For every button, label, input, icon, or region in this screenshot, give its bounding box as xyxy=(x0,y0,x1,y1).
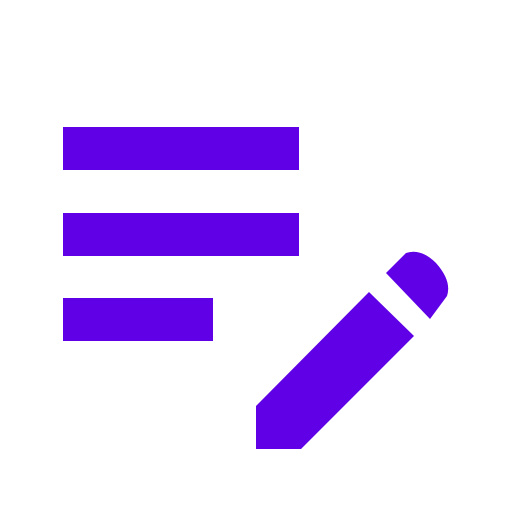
note-line-1 xyxy=(63,127,299,170)
edit-note-icon xyxy=(63,127,449,449)
note-line-2 xyxy=(63,213,299,256)
pencil-cap xyxy=(386,251,449,319)
note-line-3 xyxy=(63,298,213,341)
edit-note-icon-container xyxy=(0,0,512,512)
pencil-body xyxy=(256,292,414,449)
